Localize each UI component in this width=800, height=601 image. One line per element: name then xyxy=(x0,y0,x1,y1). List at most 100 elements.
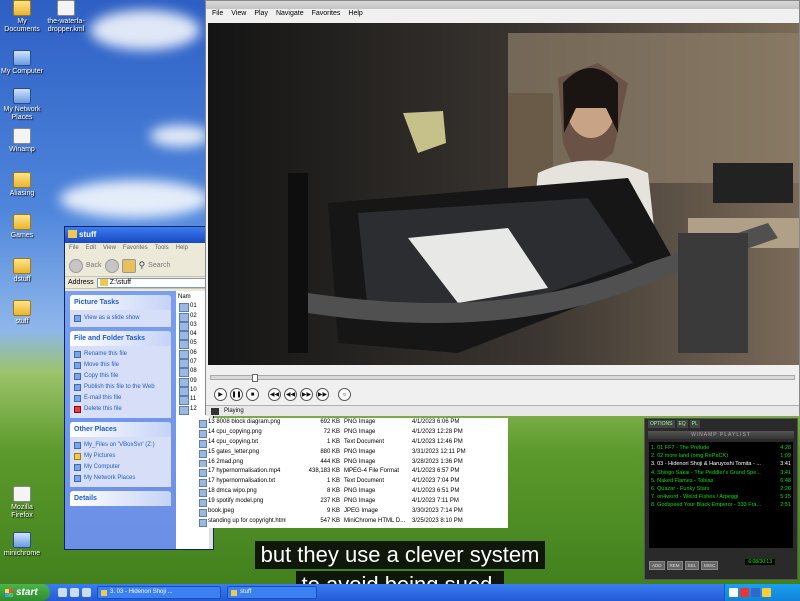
back-arrow-icon[interactable] xyxy=(69,258,83,273)
desktop-icon-kml[interactable]: the-waterfa-dropper.kml xyxy=(44,0,88,34)
my-computer-link[interactable]: My Computer xyxy=(74,462,167,473)
pause-icon[interactable]: ❚❚ xyxy=(230,388,243,401)
picture-tasks-title[interactable]: Picture Tasks xyxy=(70,295,171,310)
search-icon[interactable]: ⚲ xyxy=(139,260,146,271)
forward-arrow-icon[interactable] xyxy=(104,258,119,273)
playlist-item[interactable]: 7. on4word - Weird Fishes / Arpeggi 5:15 xyxy=(651,493,791,501)
playlist-item[interactable]: 8. Godspeed Your Black Emperor - 333 Fra… xyxy=(651,501,791,509)
table-row[interactable]: book.jpeg 9 KB JPEG Image 3/30/2023 7:14 PM xyxy=(198,507,508,517)
doc-icon xyxy=(13,128,31,144)
table-row[interactable]: 17 hypernormalisation.mp4 438,183 KB MPEG-… xyxy=(198,467,508,478)
desktop-icon-my-documents[interactable]: My Documents xyxy=(0,0,44,34)
details-title[interactable]: Details xyxy=(70,491,171,506)
back-button[interactable]: Back xyxy=(86,262,102,269)
table-row[interactable]: 17 hypernormalisation.txt 1 KB Text Docume… xyxy=(198,477,508,488)
table-row[interactable]: 16 2mad.png 444 KB PNG Image 3/28/2023 1:36… xyxy=(198,458,508,468)
menu-file[interactable]: File xyxy=(69,245,79,253)
up-folder-icon[interactable] xyxy=(121,258,136,273)
ie-icon[interactable] xyxy=(58,588,67,597)
winamp-playlist-window[interactable]: OPTIONS EQ PL WINAMP PLAYLIST 1. 01 FF7 … xyxy=(644,418,798,580)
seek-bar[interactable] xyxy=(210,374,795,382)
network-icon[interactable] xyxy=(729,588,738,597)
volume-icon[interactable]: ○ xyxy=(338,388,351,401)
search-button[interactable]: Search xyxy=(148,262,170,269)
taskbar-button-stuff[interactable]: stuff xyxy=(227,586,317,599)
security-icon[interactable] xyxy=(751,588,760,597)
menu-edit[interactable]: Edit xyxy=(86,245,96,253)
playlist-item[interactable]: 1. 01 FF7 - The Prelude 4:28 xyxy=(651,444,791,452)
rename-link[interactable]: Rename this file xyxy=(74,349,167,360)
player-titlebar[interactable] xyxy=(206,1,799,9)
file-size: 1 KB xyxy=(326,478,340,485)
winamp-add-button[interactable]: ADD xyxy=(649,560,665,570)
desktop-icon-my-network-places[interactable]: My Network Places xyxy=(0,88,44,122)
player-menu-file[interactable]: File xyxy=(212,10,223,20)
table-row[interactable]: 15 gates_letter.png 880 KB PNG Image 3/31/2… xyxy=(198,448,508,458)
copy-link[interactable]: Copy this file xyxy=(74,371,167,382)
playlist-item[interactable]: 3. 03 - Hidenori Shoji & Haruyoshi Tomit… xyxy=(651,460,791,468)
player-menu-view[interactable]: View xyxy=(231,10,246,20)
menu-tools[interactable]: Tools xyxy=(155,245,169,253)
playlist-item[interactable]: 5. Naked Flames - Tobias 6:48 xyxy=(651,477,791,485)
table-row[interactable]: 19 spotify model.png 237 KB PNG Image 4/1/2… xyxy=(198,497,508,508)
media-icon[interactable] xyxy=(82,588,91,597)
video-frame[interactable] xyxy=(208,23,799,365)
volume-tray-icon[interactable] xyxy=(740,588,749,597)
winamp-rem-button[interactable]: REM xyxy=(666,560,683,570)
desktop-icon-aliasing[interactable]: Aliasing xyxy=(0,172,44,198)
seek-handle[interactable] xyxy=(251,374,258,382)
delete-link[interactable]: Delete this file xyxy=(74,404,167,415)
player-menu-play[interactable]: Play xyxy=(254,10,268,20)
winamp-pl-button[interactable]: PL xyxy=(689,420,700,428)
fast-forward-icon[interactable]: ▶▶ xyxy=(300,388,313,401)
play-icon[interactable]: ▶ xyxy=(214,388,227,401)
table-row[interactable]: 18 dmca wipo.png 8 KB PNG Image 4/1/2023 6:… xyxy=(198,487,508,498)
address-field[interactable]: Z:\stuff xyxy=(96,277,210,288)
desktop-icon-my-computer[interactable]: My Computer xyxy=(0,50,44,76)
file-folder-tasks-title[interactable]: File and Folder Tasks xyxy=(70,331,171,346)
player-menu-help[interactable]: Help xyxy=(348,10,362,20)
stop-icon[interactable]: ■ xyxy=(246,388,259,401)
other-places-title[interactable]: Other Places xyxy=(70,422,171,437)
start-button[interactable]: start xyxy=(0,584,50,601)
show-desktop-icon[interactable] xyxy=(70,588,79,597)
table-row[interactable]: 13 8008 block diagram.png 692 KB PNG Image… xyxy=(198,418,508,428)
winamp-options-button[interactable]: OPTIONS xyxy=(648,420,675,428)
language-icon[interactable] xyxy=(762,588,771,597)
playlist-item[interactable]: 4. Shingo Sakai - The Peddler's Grand Sp… xyxy=(651,469,791,477)
email-link[interactable]: E-mail this file xyxy=(74,393,167,404)
my-network-link[interactable]: My Network Places xyxy=(74,473,167,484)
winamp-eq-button[interactable]: EQ xyxy=(676,420,688,428)
media-player-window[interactable]: File View Play Navigate Favorites Help ▶… xyxy=(205,0,800,416)
desktop-icon-games[interactable]: Games xyxy=(0,214,44,240)
player-menu-favorites[interactable]: Favorites xyxy=(312,10,341,20)
winamp-playlist-header[interactable]: WINAMP PLAYLIST xyxy=(648,431,794,439)
slide-show-link[interactable]: View as a slide show xyxy=(74,313,167,324)
publish-link[interactable]: Publish this file to the Web xyxy=(74,382,167,393)
playlist-item[interactable]: 6. Quazar - Funky Stars 2:26 xyxy=(651,485,791,493)
winamp-misc-button[interactable]: MISC xyxy=(701,560,719,570)
menu-favorites[interactable]: Favorites xyxy=(123,245,148,253)
skip-back-icon[interactable]: ◀◀ xyxy=(268,388,281,401)
desktop-icon-stuff[interactable]: stuff xyxy=(0,300,44,326)
taskbar-button-player[interactable]: 3. 03 - Hidenori Shoji ... xyxy=(97,586,221,599)
table-row[interactable]: standing up for copyright.html 547 KB Mini… xyxy=(198,517,508,527)
skip-forward-icon[interactable]: ▶▶ xyxy=(316,388,329,401)
desktop-icon-winamp[interactable]: Winamp xyxy=(0,128,44,154)
menu-help[interactable]: Help xyxy=(176,245,188,253)
network-drive-link[interactable]: My_Files on 'VBoxSvr' (Z:) xyxy=(74,440,167,451)
table-row[interactable]: 14 cpu_copying.png 72 KB PNG Image 4/1/2023… xyxy=(198,428,508,438)
menu-view[interactable]: View xyxy=(103,245,116,253)
desktop-icon-dstuff[interactable]: dstuff xyxy=(0,258,44,284)
desktop-icon-mozilla-firefox[interactable]: Mozilla Firefox xyxy=(0,486,44,520)
winamp-sel-button[interactable]: SEL xyxy=(684,560,700,570)
desktop-icon-minichrome[interactable]: minichrome xyxy=(0,532,44,558)
rewind-icon[interactable]: ◀◀ xyxy=(284,388,297,401)
explorer-window[interactable]: stuff File Edit View Favorites Tools Hel… xyxy=(64,226,214,550)
player-menu-navigate[interactable]: Navigate xyxy=(276,10,304,20)
table-row[interactable]: 14 cpu_copying.txt 1 KB Text Document 4/1/2… xyxy=(198,438,508,448)
explorer-titlebar[interactable]: stuff xyxy=(65,227,213,243)
my-pictures-link[interactable]: My Pictures xyxy=(74,451,167,462)
playlist-item[interactable]: 2. 02 more land (omg RePaCK) 1:09 xyxy=(651,452,791,460)
move-link[interactable]: Move this file xyxy=(74,360,167,371)
